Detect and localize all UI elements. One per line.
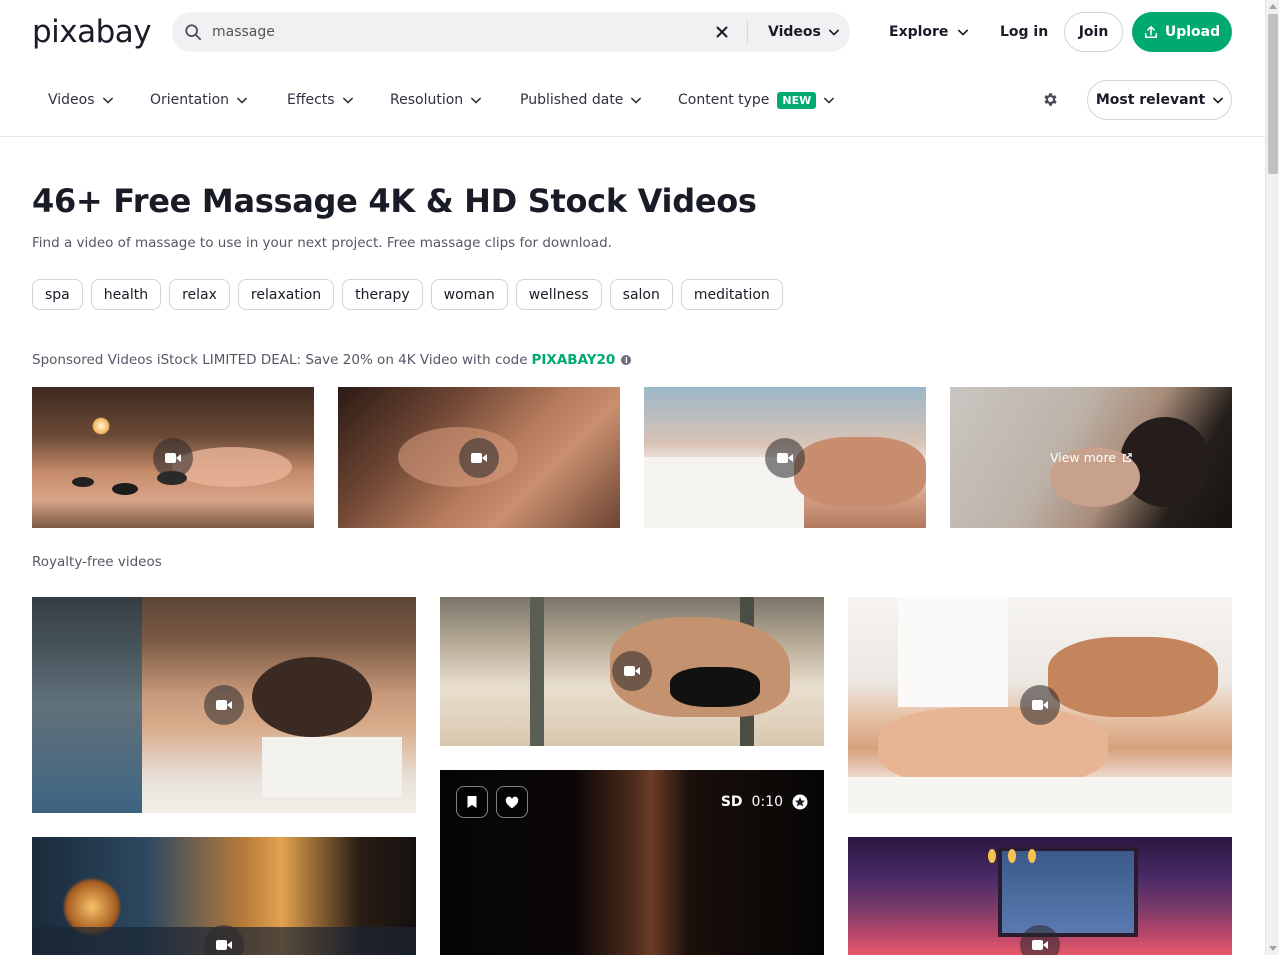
view-more-label: View more — [1049, 450, 1116, 465]
tag-relax[interactable]: relax — [169, 279, 230, 310]
filter-orientation[interactable]: Orientation — [150, 88, 247, 112]
scrollbar-thumb[interactable] — [1268, 14, 1278, 174]
page-scrollbar[interactable] — [1265, 0, 1279, 955]
sponsored-banner: Sponsored Videos iStock LIMITED DEAL: Sa… — [32, 352, 632, 368]
video-result-2[interactable] — [440, 597, 824, 746]
bookmark-icon — [467, 796, 477, 808]
video-result-6[interactable] — [848, 837, 1232, 955]
pixabay-logo[interactable]: pixabay — [32, 14, 152, 50]
tag-salon[interactable]: salon — [609, 279, 673, 310]
video-camera-icon — [612, 651, 652, 691]
media-type-dropdown[interactable]: Videos — [768, 12, 839, 52]
chevron-down-icon — [237, 97, 247, 103]
video-meta: SD 0:10 — [721, 794, 808, 810]
tag-wellness[interactable]: wellness — [515, 279, 602, 310]
chevron-down-icon — [631, 97, 642, 103]
chevron-down-icon — [471, 97, 482, 103]
filter-published-date[interactable]: Published date — [520, 88, 642, 112]
tag-woman[interactable]: woman — [430, 279, 508, 310]
heart-icon — [505, 796, 519, 808]
filter-resolution[interactable]: Resolution — [390, 88, 482, 112]
sponsored-text: Sponsored Videos iStock LIMITED DEAL: Sa… — [32, 352, 528, 368]
quality-label: SD — [720, 794, 743, 810]
filter-label: Published date — [520, 92, 624, 108]
search-icon[interactable] — [184, 23, 202, 41]
tag-health[interactable]: health — [90, 279, 162, 310]
chevron-down-icon — [342, 97, 353, 103]
scroll-up-arrow-icon[interactable] — [1269, 4, 1277, 9]
search-divider — [747, 20, 748, 44]
filter-label: Orientation — [150, 92, 230, 108]
scroll-down-arrow-icon[interactable] — [1269, 946, 1277, 951]
royalty-free-label: Royalty-free videos — [32, 554, 162, 570]
clear-search-icon[interactable] — [713, 23, 731, 41]
tag-therapy[interactable]: therapy — [342, 279, 423, 310]
chevron-down-icon — [828, 29, 839, 35]
sponsored-video-2[interactable] — [338, 387, 620, 528]
explore-menu[interactable]: Explore — [889, 12, 969, 52]
chevron-down-icon — [824, 97, 835, 103]
tag-meditation[interactable]: meditation — [680, 279, 783, 310]
join-button[interactable]: Join — [1064, 12, 1123, 52]
video-result-5-hovered[interactable]: SD 0:10 — [440, 770, 824, 955]
video-result-4[interactable] — [32, 837, 416, 955]
video-camera-icon — [1020, 685, 1060, 725]
sort-dropdown[interactable]: Most relevant — [1087, 80, 1232, 120]
chevron-down-icon — [1213, 97, 1224, 103]
upload-icon — [1144, 25, 1157, 39]
sort-label: Most relevant — [1095, 92, 1206, 108]
tag-spa[interactable]: spa — [32, 279, 83, 310]
video-result-3[interactable] — [848, 597, 1232, 813]
filter-label: Resolution — [390, 92, 464, 108]
top-bar: pixabay Videos Explore Log in Join Uploa… — [0, 0, 1265, 64]
explore-label: Explore — [889, 24, 949, 40]
info-icon[interactable]: i — [621, 355, 632, 365]
page-subtitle: Find a video of massage to use in your n… — [32, 235, 612, 251]
chevron-down-icon — [958, 29, 969, 35]
video-camera-icon — [204, 685, 244, 725]
filter-content-type[interactable]: Content type NEW — [678, 88, 835, 112]
promo-code[interactable]: PIXABAY20 — [532, 352, 616, 368]
video-camera-icon — [153, 438, 193, 478]
sponsored-video-1[interactable] — [32, 387, 314, 528]
search-input[interactable] — [212, 12, 692, 52]
login-link[interactable]: Log in — [1000, 12, 1048, 52]
filter-label: Videos — [48, 92, 95, 108]
external-link-icon — [1123, 452, 1132, 462]
filter-bar: Videos Orientation Effects Resolution Pu… — [0, 64, 1265, 137]
video-camera-icon — [459, 438, 499, 478]
sponsored-video-4[interactable]: View more — [950, 387, 1232, 528]
search-bar: Videos — [172, 12, 850, 52]
video-result-1[interactable] — [32, 597, 416, 813]
filter-effects[interactable]: Effects — [287, 88, 353, 112]
filter-label: Content type — [678, 92, 770, 108]
video-camera-icon — [765, 438, 805, 478]
upload-button[interactable]: Upload — [1132, 12, 1232, 52]
sponsored-video-3[interactable] — [644, 387, 926, 528]
filter-videos[interactable]: Videos — [48, 88, 113, 112]
chevron-down-icon — [102, 97, 113, 103]
like-button[interactable] — [496, 786, 528, 818]
pixabay-badge-icon — [792, 794, 808, 810]
related-tags: spa health relax relaxation therapy woma… — [32, 279, 783, 310]
media-type-label: Videos — [768, 24, 821, 40]
view-more-overlay[interactable]: View more — [950, 387, 1232, 528]
new-badge: NEW — [777, 91, 817, 109]
tag-relaxation[interactable]: relaxation — [237, 279, 335, 310]
gear-icon[interactable] — [1042, 91, 1059, 108]
filter-label: Effects — [287, 92, 335, 108]
bookmark-button[interactable] — [456, 786, 488, 818]
page-title: 46+ Free Massage 4K & HD Stock Videos — [32, 182, 757, 220]
upload-label: Upload — [1164, 24, 1221, 40]
duration-label: 0:10 — [751, 794, 783, 810]
